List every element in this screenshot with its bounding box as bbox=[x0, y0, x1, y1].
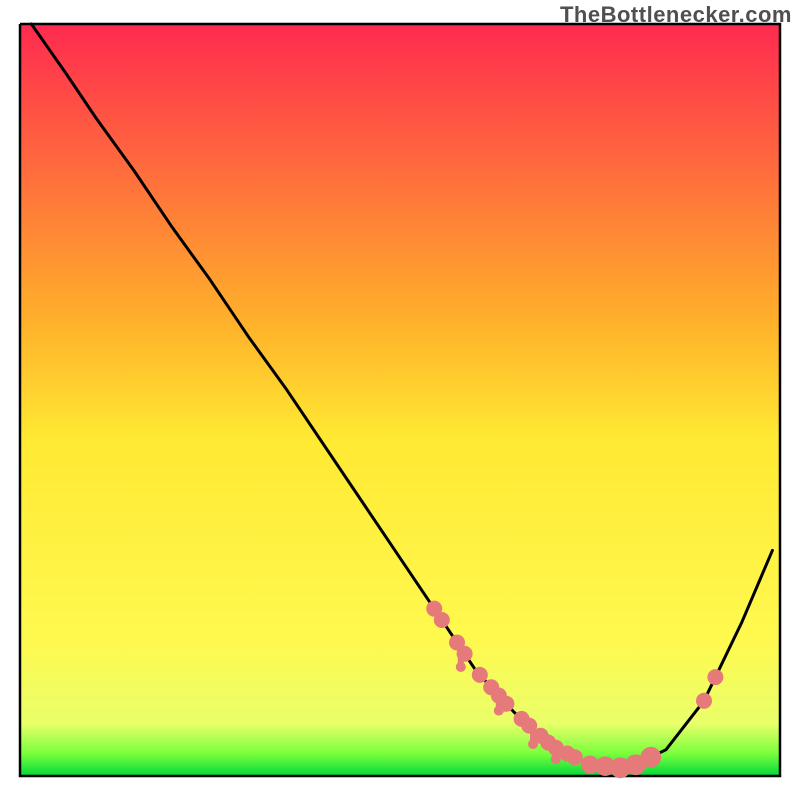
plot-background bbox=[20, 24, 780, 776]
bottleneck-chart bbox=[0, 0, 800, 800]
watermark-text: TheBottlenecker.com bbox=[560, 2, 792, 28]
